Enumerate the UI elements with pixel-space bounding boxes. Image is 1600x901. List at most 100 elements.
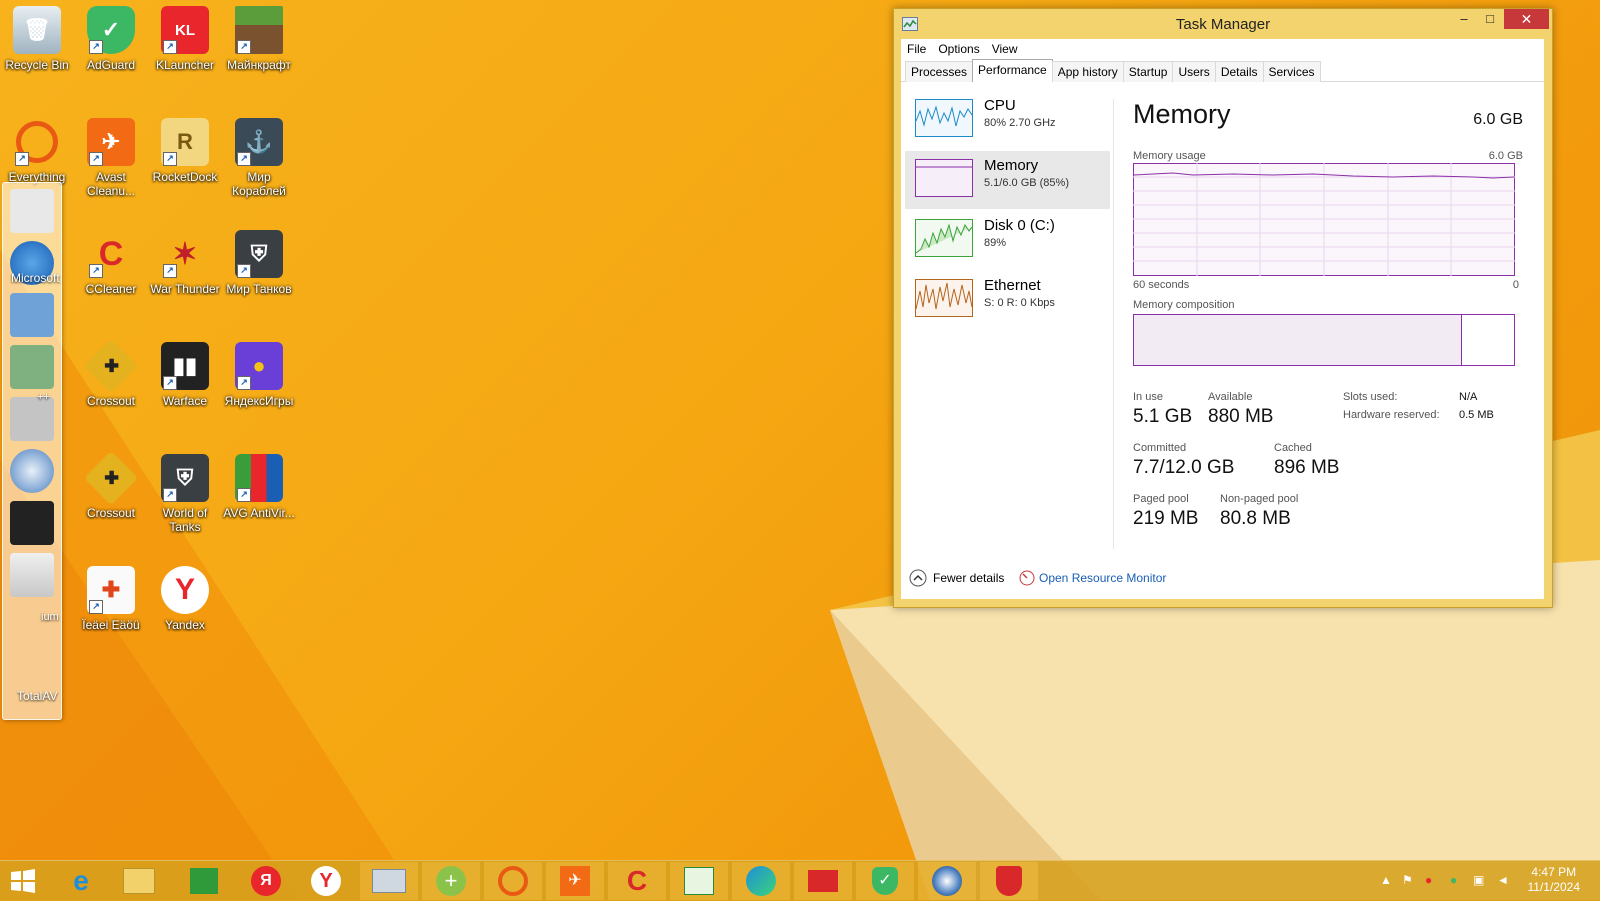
desktop-icon-gamepad[interactable]: ✚ ↗ Ïeäеі Eäöü (74, 566, 148, 632)
menu-options[interactable]: Options (932, 39, 985, 56)
dock-notepadpp-icon[interactable] (10, 345, 54, 389)
resource-disk[interactable]: Disk 0 (C:) 89% (905, 211, 1110, 269)
yandex-browser-icon: Y (161, 566, 209, 614)
committed-value: 7.7/12.0 GB (1133, 457, 1235, 478)
divider (1113, 99, 1114, 549)
dock-folder-icon[interactable] (10, 293, 54, 337)
taskbar-store[interactable] (175, 862, 233, 900)
menu-bar: File Options View (901, 39, 1544, 59)
tray-expand-icon[interactable]: ▲ (1380, 873, 1392, 887)
tab-services[interactable]: Services (1262, 61, 1321, 82)
totalav-icon[interactable] (10, 553, 54, 597)
tab-performance[interactable]: Performance (972, 59, 1053, 82)
crossout-icon: ✖ (83, 338, 139, 394)
dock-notepad-icon[interactable] (10, 189, 54, 233)
memory-usage-graph (1133, 163, 1515, 276)
taskbar-task-manager[interactable] (670, 862, 728, 900)
desktop-icon-crossout-2[interactable]: ✖ Crossout (74, 450, 148, 520)
maximize-button[interactable]: □ (1477, 9, 1503, 29)
desktop-icon-warface[interactable]: ▮▮ ↗ Warface (148, 342, 222, 408)
desktop-icon-recycle-bin[interactable]: 🗑 Recycle Bin (0, 6, 74, 72)
taskbar-browser[interactable] (918, 862, 976, 900)
dock-tools-icon[interactable] (10, 397, 54, 441)
desktop-icon-label: Yandex (165, 618, 205, 632)
desktop-icon-label: Avast Cleanu... (86, 170, 136, 198)
memory-composition-bar (1133, 314, 1515, 366)
system-clock[interactable]: 4:47 PM 11/1/2024 (1528, 865, 1581, 895)
taskbar-adguard[interactable]: ✓ (856, 862, 914, 900)
volume-muted-icon[interactable]: ◄ (1497, 873, 1509, 887)
desktop-icon-avast[interactable]: ✈ ↗ Avast Cleanu... (74, 118, 148, 198)
task-manager-window: Task Manager – □ ✕ File Options View Proce… (893, 8, 1553, 608)
desktop-icon-label: Recycle Bin (5, 58, 69, 72)
memory-composition-label: Memory composition (1133, 299, 1235, 311)
desktop-icon-world-of-tanks[interactable]: ⛨ ↗ World of Tanks (148, 454, 222, 534)
action-center-flag-icon[interactable]: ⚑ (1402, 873, 1413, 887)
desktop-icon-war-thunder[interactable]: ✶ ↗ War Thunder (148, 230, 222, 297)
start-button[interactable] (0, 862, 46, 900)
taskbar-yandex-browser[interactable]: Y (297, 862, 355, 900)
close-button[interactable]: ✕ (1504, 9, 1549, 29)
desktop-icon-label: Crossout (86, 506, 136, 520)
war-thunder-icon: ✶ ↗ (161, 230, 209, 278)
adguard-icon: ✓ ↗ (87, 6, 135, 54)
dock-shirt-icon[interactable] (10, 501, 54, 545)
title-bar[interactable]: Task Manager – □ ✕ (894, 9, 1552, 39)
taskbar-shield[interactable] (980, 862, 1038, 900)
footer: Fewer details Open Resource Monitor (901, 549, 1544, 599)
network-icon[interactable]: ▣ (1473, 873, 1484, 887)
hw-reserved-label: Hardware reserved: (1343, 409, 1440, 421)
desktop-icon-yandex[interactable]: Y Yandex (148, 566, 222, 632)
taskbar-everything[interactable] (484, 862, 542, 900)
avg-antivirus-icon: ↗ (235, 454, 283, 502)
dock-label-partial-2: ium (41, 611, 59, 623)
desktop-icon-mir-tankov[interactable]: ⛨ ↗ Мир Танков (222, 230, 296, 296)
desktop-icon-adguard[interactable]: ✓ ↗ AdGuard (74, 6, 148, 72)
desktop-icon-everything[interactable]: ↗ Everything (0, 118, 74, 184)
resource-memory[interactable]: Memory 5.1/6.0 GB (85%) (905, 151, 1110, 209)
slots-value: N/A (1459, 391, 1478, 403)
taskbar-rocketdock[interactable] (360, 862, 418, 900)
chevron-up-icon[interactable] (909, 569, 927, 587)
minimize-button[interactable]: – (1451, 9, 1477, 29)
tab-processes[interactable]: Processes (905, 61, 974, 82)
available-label: Available (1208, 391, 1253, 403)
taskbar-ccleaner[interactable]: C (608, 862, 666, 900)
tab-startup[interactable]: Startup (1122, 61, 1174, 82)
desktop-icon-label: Мир Танков (226, 282, 292, 296)
fewer-details-button[interactable]: Fewer details (933, 571, 1004, 585)
gamepad-plus-icon: + (436, 866, 466, 896)
desktop-icon-klauncher[interactable]: KL ↗ KLauncher (148, 6, 222, 72)
taskbar-yandex[interactable]: Я (237, 862, 295, 900)
desktop-icon-crossout[interactable]: ✖ Crossout (74, 338, 148, 408)
taskbar-edge[interactable] (732, 862, 790, 900)
desktop-icon-yandex-games[interactable]: ● ↗ ЯндексИгры (222, 342, 296, 408)
tab-details[interactable]: Details (1214, 61, 1264, 82)
tray-adguard-icon[interactable]: ● (1450, 873, 1457, 887)
graph-time-right: 0 (1512, 279, 1519, 291)
edge-icon (746, 866, 776, 896)
open-resource-monitor-link[interactable]: Open Resource Monitor (1039, 571, 1166, 585)
taskbar-gamepad-plus[interactable]: + (422, 862, 480, 900)
desktop-icon-avg[interactable]: ↗ AVG AntiVir... (222, 454, 296, 520)
desktop-icon-rocketdock[interactable]: R ↗ RocketDock (148, 118, 222, 184)
desktop-icon-warships[interactable]: ⚓ ↗ Мир Кораблей (222, 118, 296, 198)
menu-file[interactable]: File (901, 39, 932, 56)
resource-ethernet[interactable]: Ethernet S: 0 R: 0 Kbps (905, 271, 1110, 329)
taskbar-file-explorer[interactable] (110, 862, 168, 900)
taskbar-avast[interactable]: ✈ (546, 862, 604, 900)
dock-globe-icon[interactable] (10, 449, 54, 493)
desktop-icon-ccleaner[interactable]: C ↗ CCleaner (74, 230, 148, 297)
taskbar-toolbox[interactable] (794, 862, 852, 900)
tab-users[interactable]: Users (1172, 61, 1216, 82)
resource-cpu[interactable]: CPU 80% 2.70 GHz (905, 91, 1110, 149)
desktop-icon-label: AdGuard (86, 58, 136, 72)
memory-usage-max: 6.0 GB (1488, 150, 1523, 162)
tab-app-history[interactable]: App history (1051, 61, 1124, 82)
tray-antivirus-icon[interactable]: ● (1425, 873, 1432, 887)
desktop-icon-minecraft[interactable]: ↗ Майнкрафт (222, 6, 296, 72)
hw-reserved-value: 0.5 MB (1459, 409, 1494, 421)
cached-label: Cached (1274, 442, 1312, 454)
taskbar-internet-explorer[interactable]: e (52, 862, 110, 900)
menu-view[interactable]: View (986, 39, 1024, 56)
